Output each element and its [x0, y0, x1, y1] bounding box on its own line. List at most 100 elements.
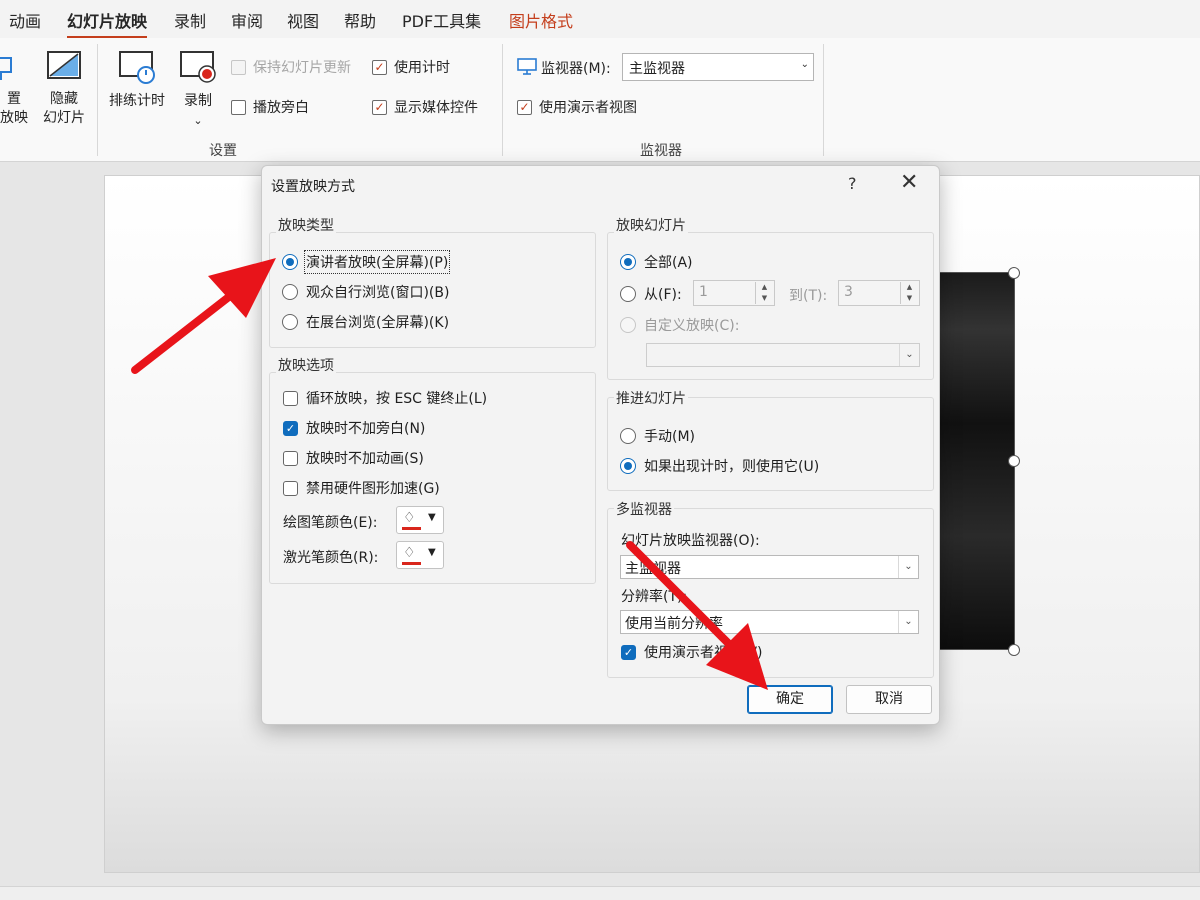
cancel-button[interactable]: 取消 — [846, 685, 932, 714]
set-up-show-button[interactable]: 置放映 — [0, 50, 34, 128]
checkbox-icon — [231, 99, 246, 115]
use-presenter-view-checkbox[interactable]: 使用演示者视图 — [517, 97, 637, 117]
disable-hw-acceleration-checkbox[interactable]: 禁用硬件图形加速(G) — [283, 478, 440, 498]
checkbox-icon — [283, 480, 298, 496]
hide-slide-icon — [40, 50, 88, 88]
slide-picture[interactable] — [937, 272, 1015, 650]
no-narration-checkbox[interactable]: 放映时不加旁白(N) — [283, 418, 425, 438]
group-label-monitors: 监视器 — [640, 143, 682, 159]
custom-show-select[interactable]: ⌄ — [646, 343, 920, 367]
checkbox-icon — [283, 450, 298, 466]
radio-icon — [282, 314, 298, 330]
tab-animations[interactable]: 动画 — [9, 8, 41, 32]
radio-icon — [282, 284, 298, 300]
to-label: 到(T): — [789, 288, 828, 304]
record-button[interactable]: 录制 ⌄ — [176, 50, 220, 130]
resolution-select[interactable]: 使用当前分辨率 ⌄ — [620, 610, 919, 634]
show-type-label: 放映类型 — [276, 215, 336, 235]
radio-icon — [282, 254, 298, 270]
radio-all-slides[interactable]: 全部(A) — [620, 252, 693, 272]
loop-checkbox[interactable]: 循环放映，按 ESC 键终止(L) — [283, 388, 487, 408]
setup-show-icon — [0, 50, 34, 88]
monitor-select[interactable]: 主监视器 ⌄ — [622, 53, 814, 81]
close-icon[interactable]: ✕ — [900, 170, 918, 195]
chevron-down-icon: ⌄ — [898, 556, 918, 578]
tab-view[interactable]: 视图 — [287, 8, 319, 32]
radio-manual[interactable]: 手动(M) — [620, 426, 695, 446]
checkbox-icon — [283, 390, 298, 406]
paint-bucket-icon: ♢ — [403, 545, 416, 561]
radio-icon — [620, 286, 636, 302]
radio-icon — [620, 317, 636, 333]
show-slides-label: 放映幻灯片 — [614, 215, 688, 235]
pen-color-label: 绘图笔颜色(E): — [283, 515, 378, 531]
play-narrations-checkbox[interactable]: 播放旁白 — [231, 97, 309, 117]
checkbox-icon — [517, 99, 532, 115]
advance-slides-label: 推进幻灯片 — [614, 388, 688, 408]
to-slide-spinner[interactable]: 3 ▲ ▼ — [838, 280, 920, 306]
dialog-title: 设置放映方式 — [271, 179, 355, 195]
radio-icon — [620, 254, 636, 270]
keep-slides-updated-checkbox[interactable]: 保持幻灯片更新 — [231, 57, 351, 77]
radio-presenter[interactable]: 演讲者放映(全屏幕)(P) — [282, 250, 451, 274]
separator — [97, 44, 98, 156]
radio-use-timings[interactable]: 如果出现计时，则使用它(U) — [620, 456, 819, 476]
resize-handle[interactable] — [1008, 267, 1020, 279]
radio-individual-window[interactable]: 观众自行浏览(窗口)(B) — [282, 282, 449, 302]
set-up-show-dialog: 设置放映方式 ? ✕ 放映类型 演讲者放映(全屏幕)(P) 观众自行浏览(窗口)… — [261, 165, 940, 725]
use-presenter-view-checkbox[interactable]: 使用演示者视图(V) — [621, 642, 763, 662]
radio-custom-show[interactable]: 自定义放映(C): — [620, 315, 739, 335]
chevron-down-icon: ⌄ — [800, 59, 809, 70]
from-slide-spinner[interactable]: 1 ▲ ▼ — [693, 280, 775, 306]
resolution-label: 分辨率(T): — [621, 589, 688, 605]
stopwatch-icon — [105, 50, 169, 90]
laser-color-picker[interactable]: ♢ ▼ — [396, 541, 444, 569]
checkbox-icon — [621, 644, 636, 660]
no-animation-checkbox[interactable]: 放映时不加动画(S) — [283, 448, 424, 468]
slide-show-monitor-label: 幻灯片放映监视器(O): — [621, 533, 760, 549]
caret-down-icon: ▼ — [428, 547, 436, 558]
monitor-label: 监视器(M): — [517, 57, 611, 79]
checkbox-icon — [231, 59, 246, 75]
color-swatch — [402, 562, 421, 565]
status-bar — [0, 886, 1200, 900]
tab-record[interactable]: 录制 — [174, 8, 206, 32]
show-media-controls-checkbox[interactable]: 显示媒体控件 — [372, 97, 478, 117]
checkbox-icon — [372, 59, 387, 75]
radio-icon — [620, 428, 636, 444]
chevron-down-icon: ⌄ — [898, 611, 918, 633]
help-button[interactable]: ? — [848, 174, 857, 193]
resize-handle[interactable] — [1008, 455, 1020, 467]
checkbox-icon — [283, 420, 298, 436]
caret-down-icon: ▼ — [428, 512, 436, 523]
chevron-down-icon: ⌄ — [193, 114, 203, 127]
tab-help[interactable]: 帮助 — [344, 8, 376, 32]
tab-review[interactable]: 审阅 — [231, 8, 263, 32]
radio-from-slides[interactable]: 从(F): — [620, 284, 682, 304]
multiple-monitors-label: 多监视器 — [614, 499, 674, 519]
record-icon — [176, 50, 220, 90]
chevron-down-icon: ⌄ — [899, 344, 919, 366]
radio-icon — [620, 458, 636, 474]
group-label-setup: 设置 — [209, 143, 237, 159]
radio-kiosk[interactable]: 在展台浏览(全屏幕)(K) — [282, 312, 449, 332]
checkbox-icon — [372, 99, 387, 115]
paint-bucket-icon: ♢ — [403, 510, 416, 526]
tab-slide-show[interactable]: 幻灯片放映 — [67, 8, 148, 39]
ribbon-tab-bar: 动画 幻灯片放映 录制 审阅 视图 帮助 PDF工具集 图片格式 — [0, 0, 1200, 39]
rehearse-timings-button[interactable]: 排练计时 — [105, 50, 169, 111]
use-timings-checkbox[interactable]: 使用计时 — [372, 57, 450, 77]
slide-show-monitor-select[interactable]: 主监视器 ⌄ — [620, 555, 919, 579]
spinner-arrows-icon[interactable]: ▲ ▼ — [900, 282, 918, 304]
tab-pdf-tools[interactable]: PDF工具集 — [402, 8, 481, 32]
ok-button[interactable]: 确定 — [747, 685, 833, 714]
tab-picture-format[interactable]: 图片格式 — [509, 8, 573, 32]
monitor-icon — [517, 57, 537, 79]
color-swatch — [402, 527, 421, 530]
laser-color-label: 激光笔颜色(R): — [283, 550, 379, 566]
show-options-label: 放映选项 — [276, 355, 336, 375]
pen-color-picker[interactable]: ♢ ▼ — [396, 506, 444, 534]
spinner-arrows-icon[interactable]: ▲ ▼ — [755, 282, 773, 304]
hide-slide-button[interactable]: 隐藏 幻灯片 — [40, 50, 88, 128]
resize-handle[interactable] — [1008, 644, 1020, 656]
